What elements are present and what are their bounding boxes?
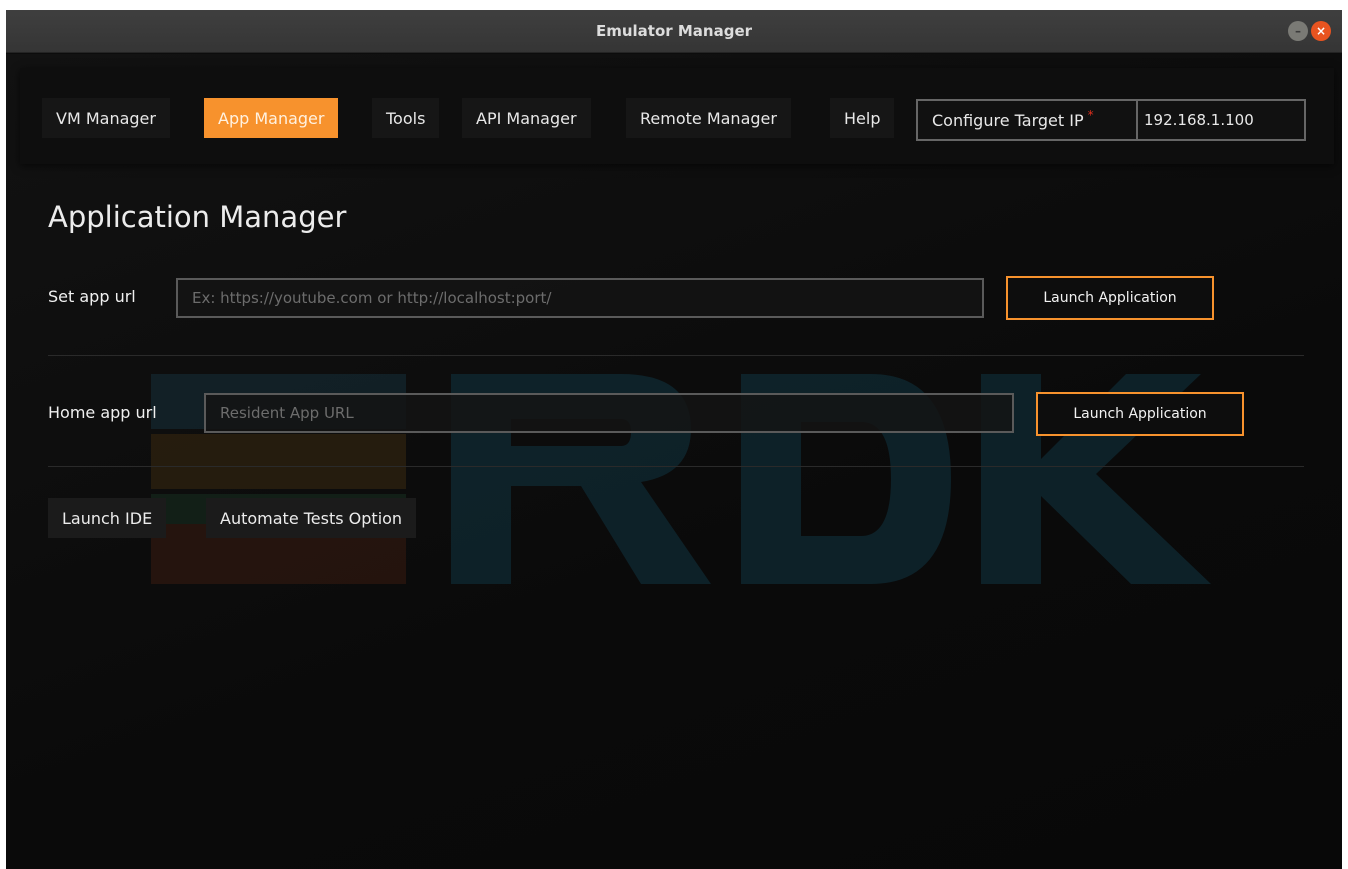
section-divider (48, 466, 1304, 467)
app-window: Emulator Manager – × VM Manager App Mana… (6, 10, 1342, 869)
close-button[interactable]: × (1311, 21, 1331, 41)
nav-tools[interactable]: Tools (372, 98, 440, 138)
launch-ide-button[interactable]: Launch IDE (48, 498, 167, 538)
home-app-url-label: Home app url (48, 403, 157, 422)
main-content: VM Manager App Manager Tools API Manager… (6, 54, 1342, 869)
minimize-button[interactable]: – (1288, 21, 1308, 41)
minimize-icon: – (1295, 24, 1301, 38)
window-title: Emulator Manager (595, 22, 753, 40)
launch-application-button[interactable]: Launch Application (1006, 276, 1214, 320)
close-icon: × (1315, 24, 1327, 38)
nav-app-manager[interactable]: App Manager (204, 98, 339, 138)
title-bar[interactable]: Emulator Manager – × (6, 10, 1342, 53)
launch-home-application-button[interactable]: Launch Application (1036, 392, 1244, 436)
nav-vm-manager[interactable]: VM Manager (42, 98, 170, 138)
set-app-url-label: Set app url (48, 287, 136, 306)
home-app-url-input[interactable] (204, 393, 1014, 433)
nav-api-manager[interactable]: API Manager (462, 98, 591, 138)
target-ip-label: Configure Target IP * (918, 101, 1138, 139)
target-ip-label-text: Configure Target IP (932, 110, 1084, 130)
nav-remote-manager[interactable]: Remote Manager (626, 98, 791, 138)
section-divider (48, 355, 1304, 356)
target-ip-field[interactable]: 192.168.1.100 (1144, 101, 1254, 139)
top-menu-bar: VM Manager App Manager Tools API Manager… (20, 68, 1334, 164)
set-app-url-input[interactable] (176, 278, 984, 318)
nav-help[interactable]: Help (830, 98, 895, 138)
page-title: Application Manager (48, 200, 347, 234)
automate-tests-button[interactable]: Automate Tests Option (206, 498, 417, 538)
required-asterisk: * (1087, 108, 1094, 122)
target-ip-config: Configure Target IP * 192.168.1.100 (916, 99, 1306, 141)
